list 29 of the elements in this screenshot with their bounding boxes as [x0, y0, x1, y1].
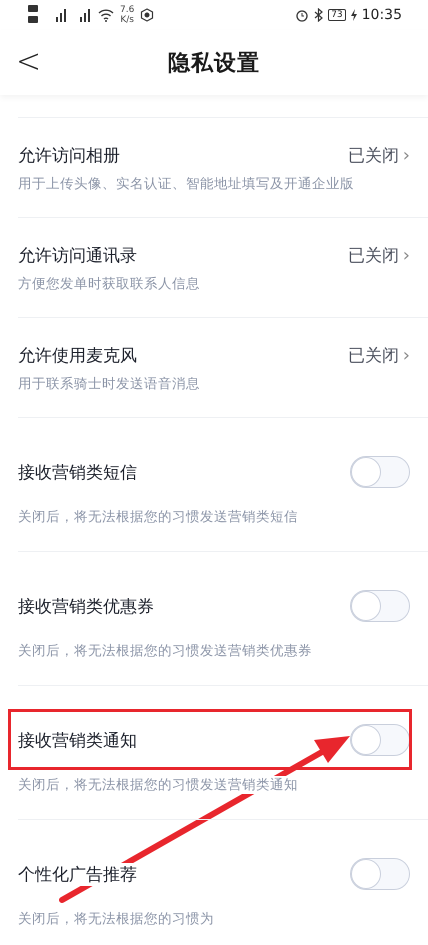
network-speed: 7.6: [120, 5, 134, 15]
setting-description: 用于上传头像、实名认证、智能地址填写及开通企业版: [18, 175, 354, 193]
toggle-switch[interactable]: [350, 858, 410, 890]
permission-status-link[interactable]: 已关闭 ›: [348, 344, 410, 367]
page-title: 隐私设置: [168, 50, 260, 78]
speed-unit: K/s: [120, 15, 134, 25]
back-button[interactable]: <: [10, 40, 48, 84]
charging-icon: [350, 9, 357, 21]
shield-icon: [140, 8, 154, 22]
clock-time: 10:35: [362, 7, 402, 23]
setting-description: 关闭后，将无法根据您的习惯发送营销类通知: [18, 776, 298, 794]
setting-title: 接收营销类优惠券: [18, 594, 154, 618]
toggle-switch[interactable]: [350, 724, 410, 756]
battery-level: 73: [328, 9, 346, 21]
setting-title: 接收营销类短信: [18, 460, 137, 484]
wifi-icon: [98, 8, 114, 22]
alarm-icon: [295, 8, 310, 22]
permission-status-link[interactable]: 已关闭 ›: [348, 144, 410, 167]
setting-description: 关闭后，将无法根据您的习惯发送营销类短信: [18, 508, 298, 526]
setting-title: 接收营销类通知: [18, 728, 137, 752]
setting-description: 关闭后，将无法根据您的习惯发送营销类优惠券: [18, 642, 312, 660]
setting-description: 方便您发单时获取联系人信息: [18, 275, 200, 293]
setting-description: 关闭后，将无法根据您的习惯为: [18, 910, 214, 928]
setting-description: 用于联系骑士时发送语音消息: [18, 375, 200, 393]
setting-title: 个性化广告推荐: [18, 862, 137, 886]
bluetooth-icon: [314, 8, 324, 22]
toggle-switch[interactable]: [350, 590, 410, 622]
toggle-switch[interactable]: [350, 456, 410, 488]
permission-status-link[interactable]: 已关闭 ›: [348, 244, 410, 267]
